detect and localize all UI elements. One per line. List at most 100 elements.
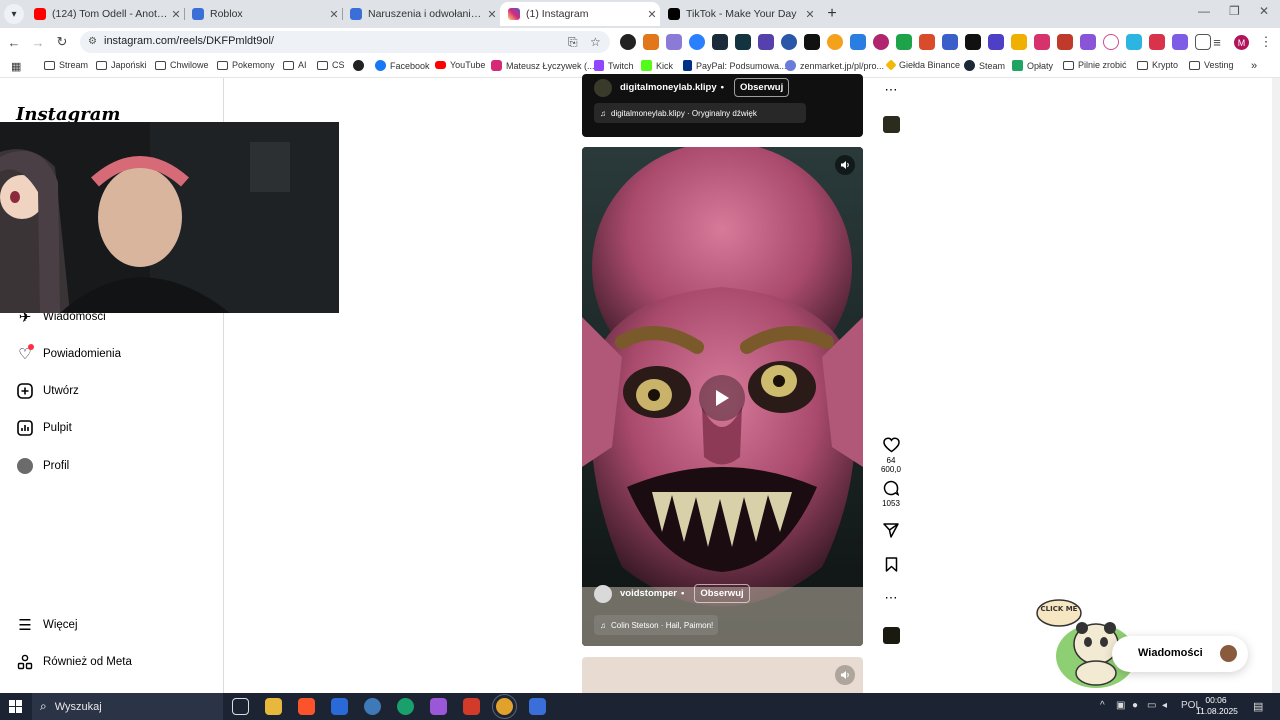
apps-grid-icon[interactable]: ▦ [11, 60, 21, 73]
author-avatar[interactable] [594, 78, 612, 97]
more-options-icon[interactable]: ⋯ [876, 82, 906, 98]
extension-icon[interactable] [689, 34, 705, 50]
bookmark-link[interactable] [353, 60, 368, 71]
reel-next[interactable] [582, 657, 863, 697]
extension-icon[interactable] [620, 34, 636, 50]
audio-chip[interactable]: ♫ Colin Stetson · Hail, Paimon! [594, 615, 718, 635]
extension-icon[interactable] [1172, 34, 1188, 50]
extension-icon[interactable] [666, 34, 682, 50]
nav-notifications[interactable]: ♡ Powiadomienia [16, 344, 121, 363]
bookmark-star-icon[interactable]: ☆ [590, 35, 601, 49]
bookmark-link[interactable]: Steam [964, 60, 1005, 71]
taskbar-search[interactable]: ⌕ Wyszukaj [32, 693, 223, 720]
extension-icon[interactable] [735, 34, 751, 50]
system-clock[interactable]: 00:06 11.08.2025 [1196, 695, 1238, 717]
author-avatar[interactable] [594, 584, 612, 603]
extension-icon[interactable] [1011, 34, 1027, 50]
file-explorer-icon[interactable] [265, 698, 282, 715]
close-icon[interactable]: ✕ [484, 8, 500, 21]
restore-icon[interactable]: ❐ [1229, 4, 1240, 18]
mute-toggle-button[interactable] [835, 665, 855, 685]
chrome-icon[interactable] [492, 694, 517, 719]
tray-app-icon[interactable]: ▣ [1116, 700, 1125, 711]
audio-thumbnail[interactable] [883, 116, 900, 133]
audio-chip[interactable]: ♫ digitalmoneylab.klipy · Oryginalny dźw… [594, 103, 806, 123]
extension-icon[interactable] [1034, 34, 1050, 50]
extension-icon[interactable] [781, 34, 797, 50]
address-bar[interactable]: ⚙ instagram.com/reels/DKFPmldt9ol/ ⎘ ☆ [80, 31, 610, 53]
microphone-icon[interactable]: ● [1132, 700, 1138, 711]
tab-tiktok[interactable]: TikTok - Make Your Day ✕ [660, 2, 818, 26]
bookmark-link[interactable]: Twitch [594, 60, 634, 71]
bookmark-folder[interactable]: Chwilowe [155, 60, 209, 70]
site-info-icon[interactable]: ⚙ [88, 36, 97, 47]
extension-icon[interactable] [965, 34, 981, 50]
close-icon[interactable]: ✕ [802, 8, 818, 21]
extension-icon[interactable] [942, 34, 958, 50]
bookmark-folder[interactable]: Vesting [1189, 60, 1234, 70]
app-icon[interactable] [463, 698, 480, 715]
extension-icon[interactable] [919, 34, 935, 50]
tab-instagram[interactable]: (1) Instagram ✕ [500, 2, 660, 26]
bookmark-link[interactable]: YouTube [435, 60, 485, 70]
extension-icon[interactable] [827, 34, 843, 50]
extension-icon[interactable] [1057, 34, 1073, 50]
notifications-icon[interactable]: ▤ [1253, 700, 1263, 713]
more-options-icon[interactable]: ⋯ [876, 590, 906, 606]
bookmark-link[interactable]: zenmarket.jp/pl/pro... [785, 60, 884, 71]
edge-icon[interactable] [397, 698, 414, 715]
nav-also-from-meta[interactable]: Również od Meta [16, 653, 132, 671]
nav-dashboard[interactable]: Pulpit [16, 419, 72, 437]
tab-youtube[interactable]: (124) Tom Odell - Another Love ✕ [26, 2, 184, 26]
mute-toggle-button[interactable] [835, 155, 855, 175]
extension-icon[interactable] [1103, 34, 1119, 50]
follow-button[interactable]: Obserwuj [733, 78, 790, 97]
nav-more[interactable]: ☰ Więcej [16, 616, 77, 634]
close-icon[interactable]: ✕ [326, 8, 342, 21]
messages-pill[interactable]: Wiadomości [1112, 636, 1248, 672]
metamask-icon[interactable] [643, 34, 659, 50]
back-arrow-icon[interactable]: ← [5, 33, 23, 51]
extension-icon[interactable] [873, 34, 889, 50]
nav-create[interactable]: Utwórz [16, 382, 79, 400]
brave-icon[interactable] [298, 698, 315, 715]
share-button[interactable] [876, 523, 906, 541]
close-icon[interactable]: ✕ [644, 8, 660, 21]
app-icon[interactable] [364, 698, 381, 715]
tab-search-button[interactable]: ▾ [4, 4, 24, 24]
bookmark-folder[interactable]: Pokemony [217, 60, 275, 70]
tab-roblox-appeals[interactable]: Naruszenia i odwołania - Roblox ✕ [342, 2, 500, 26]
bookmark-link[interactable]: PayPal: Podsumowa... [683, 60, 787, 71]
play-button[interactable] [699, 375, 745, 421]
audio-thumbnail[interactable] [883, 627, 900, 644]
browser-menu-icon[interactable]: ⋮ [1257, 33, 1275, 51]
save-button[interactable] [876, 557, 906, 575]
bookmark-link[interactable]: Facebook [375, 60, 430, 71]
volume-icon[interactable]: ◂ [1162, 700, 1167, 711]
reel-previous[interactable]: digitalmoneylab.klipy • Obserwuj ♫ digit… [582, 74, 863, 137]
extension-icon[interactable] [988, 34, 1004, 50]
reel-current[interactable]: voidstomper • Obserwuj ♫ Colin Stetson ·… [582, 147, 863, 646]
bookmark-folder[interactable]: Krypto [1137, 60, 1178, 70]
app-icon[interactable] [529, 698, 546, 715]
author-username[interactable]: digitalmoneylab.klipy [620, 82, 717, 93]
window-close-icon[interactable]: ✕ [1259, 4, 1269, 18]
bookmark-folder[interactable]: Stream [44, 60, 88, 70]
bookmark-link[interactable]: Kick [641, 60, 673, 71]
extension-icon[interactable] [1149, 34, 1165, 50]
comment-button[interactable]: 1053 [876, 480, 906, 508]
new-tab-button[interactable]: + [822, 4, 842, 24]
extension-icon[interactable] [758, 34, 774, 50]
bookmark-link[interactable]: Giełda Binance [885, 59, 960, 71]
close-icon[interactable]: ✕ [168, 8, 184, 21]
like-button[interactable]: 64 600,0 [876, 437, 906, 474]
reading-list-icon[interactable]: ≡ [1208, 33, 1226, 51]
bookmark-folder[interactable]: CS [317, 60, 345, 70]
page-scrollbar[interactable] [1272, 78, 1280, 693]
author-username[interactable]: voidstomper [620, 588, 677, 599]
extension-icon[interactable] [1126, 34, 1142, 50]
task-view-icon[interactable] [232, 698, 249, 715]
extension-icon[interactable] [896, 34, 912, 50]
minimize-icon[interactable]: — [1198, 4, 1210, 18]
tab-roblox[interactable]: Roblox ✕ [184, 2, 342, 26]
